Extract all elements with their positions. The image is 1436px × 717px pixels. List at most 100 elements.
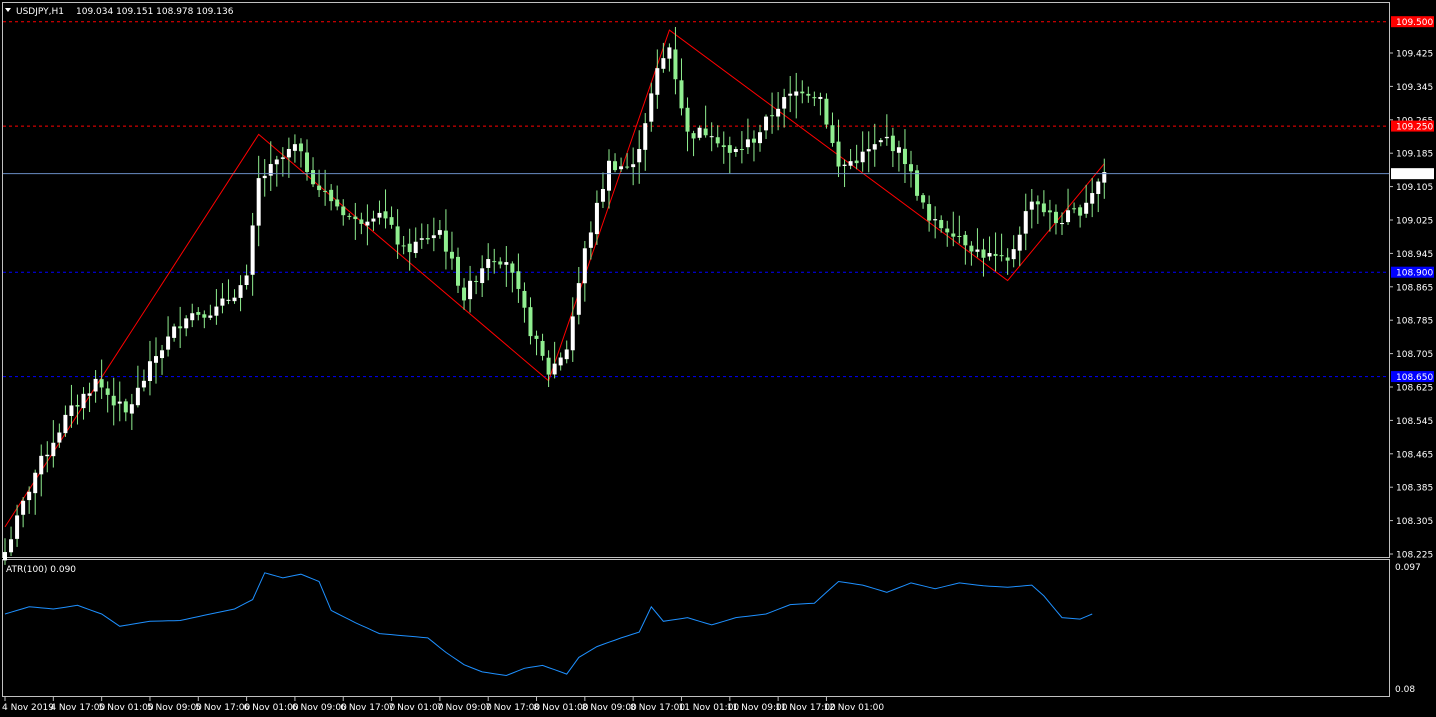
candle-body [558,357,563,366]
candle-body [462,287,467,301]
candle-body [256,178,261,226]
candle-body [800,91,805,94]
candle-body [866,149,871,152]
candle-body [413,241,418,254]
candle-body [951,233,956,237]
candle-body [637,149,642,163]
candle-body [727,145,732,153]
candle-body [111,395,116,406]
candle-body [884,136,889,139]
mt4-chart-window[interactable]: 109.425109.345109.265109.185109.105109.0… [0,0,1436,717]
time-tick-label: 7 Nov 09:00 [437,703,492,713]
candle-body [244,275,249,286]
candle-body [51,442,56,457]
candle-body [401,245,406,247]
candle-body [160,350,165,359]
candle-body [15,515,20,539]
level-label-109.500: 109.500 [1396,18,1433,28]
candle-body [607,160,611,191]
candle-body [196,312,201,315]
candle-body [3,552,7,561]
candle-body [625,166,630,168]
candle-body [311,170,316,185]
candle-body [999,255,1004,257]
price-tick-label: 108.465 [1396,450,1433,460]
candle-body [703,128,708,136]
candle-body [715,137,720,144]
candle-body [341,206,346,216]
candle-body [685,107,690,132]
candle-body [945,228,950,233]
time-tick-label: 7 Nov 17:00 [485,703,540,713]
candle-body [250,225,255,275]
candle-body [854,160,859,164]
candle-body [782,97,787,109]
candle-body [830,125,835,144]
price-tick-label: 108.225 [1396,551,1433,561]
candle-body [117,401,122,404]
candle-body [123,401,128,413]
candle-body [969,245,974,252]
price-tick-label: 109.025 [1396,217,1433,227]
candle-body [649,93,654,122]
price-tick-label: 108.865 [1396,283,1433,293]
candle-body [1035,201,1040,205]
candle-body [407,243,412,253]
candle-body [975,249,980,252]
candle-body [981,249,986,258]
candle-body [305,152,309,172]
candle-body [528,307,533,337]
candle-body [214,306,219,316]
candle-body [329,189,334,202]
candle-body [504,262,509,265]
candle-body [1066,210,1071,223]
candle-body [178,326,183,329]
candle-body [63,414,68,434]
candle-body [1053,211,1058,224]
candle-body [262,175,267,179]
candle-body [317,185,322,191]
candle-body [794,91,799,96]
candle-body [492,261,497,263]
candle-body [806,93,811,96]
candle-body [739,149,744,151]
price-tick-label: 108.945 [1396,250,1433,260]
candle-body [1047,210,1052,213]
candle-body [848,161,853,166]
candle-body [564,349,569,360]
candle-body [443,230,448,252]
candle-body [987,253,992,257]
candle-body [184,318,189,329]
candle-body [921,195,926,203]
candle-body [745,139,750,148]
candle-body [298,143,303,152]
candle-body [721,145,726,148]
candle-body [232,297,237,302]
candle-body [522,290,527,308]
candle-body [613,161,618,171]
candle-body [697,127,702,138]
price-tick-label: 108.785 [1396,317,1433,327]
time-tick-label: 6 Nov 17:00 [340,703,395,713]
candle-body [824,98,829,125]
candle-body [1084,202,1089,214]
time-tick-label: 4 Nov 2019 [2,703,54,713]
candle-body [993,253,998,256]
candle-body [1060,223,1064,225]
candle-body [226,299,231,301]
candle-body [286,148,291,158]
candle-body [788,93,793,96]
candle-body [679,80,684,109]
candle-body [619,166,624,170]
candle-body [141,380,146,388]
current-price-label: 109.136 [1396,170,1433,180]
candle-body [751,138,756,143]
candle-body [588,232,593,248]
candle-body [1096,181,1101,194]
candle-body [81,393,86,409]
candle-body [570,316,575,351]
time-tick-label: 5 Nov 01:00 [99,703,154,713]
candle-body [1023,211,1028,234]
candle-body [818,96,823,99]
candle-body [1011,249,1016,260]
